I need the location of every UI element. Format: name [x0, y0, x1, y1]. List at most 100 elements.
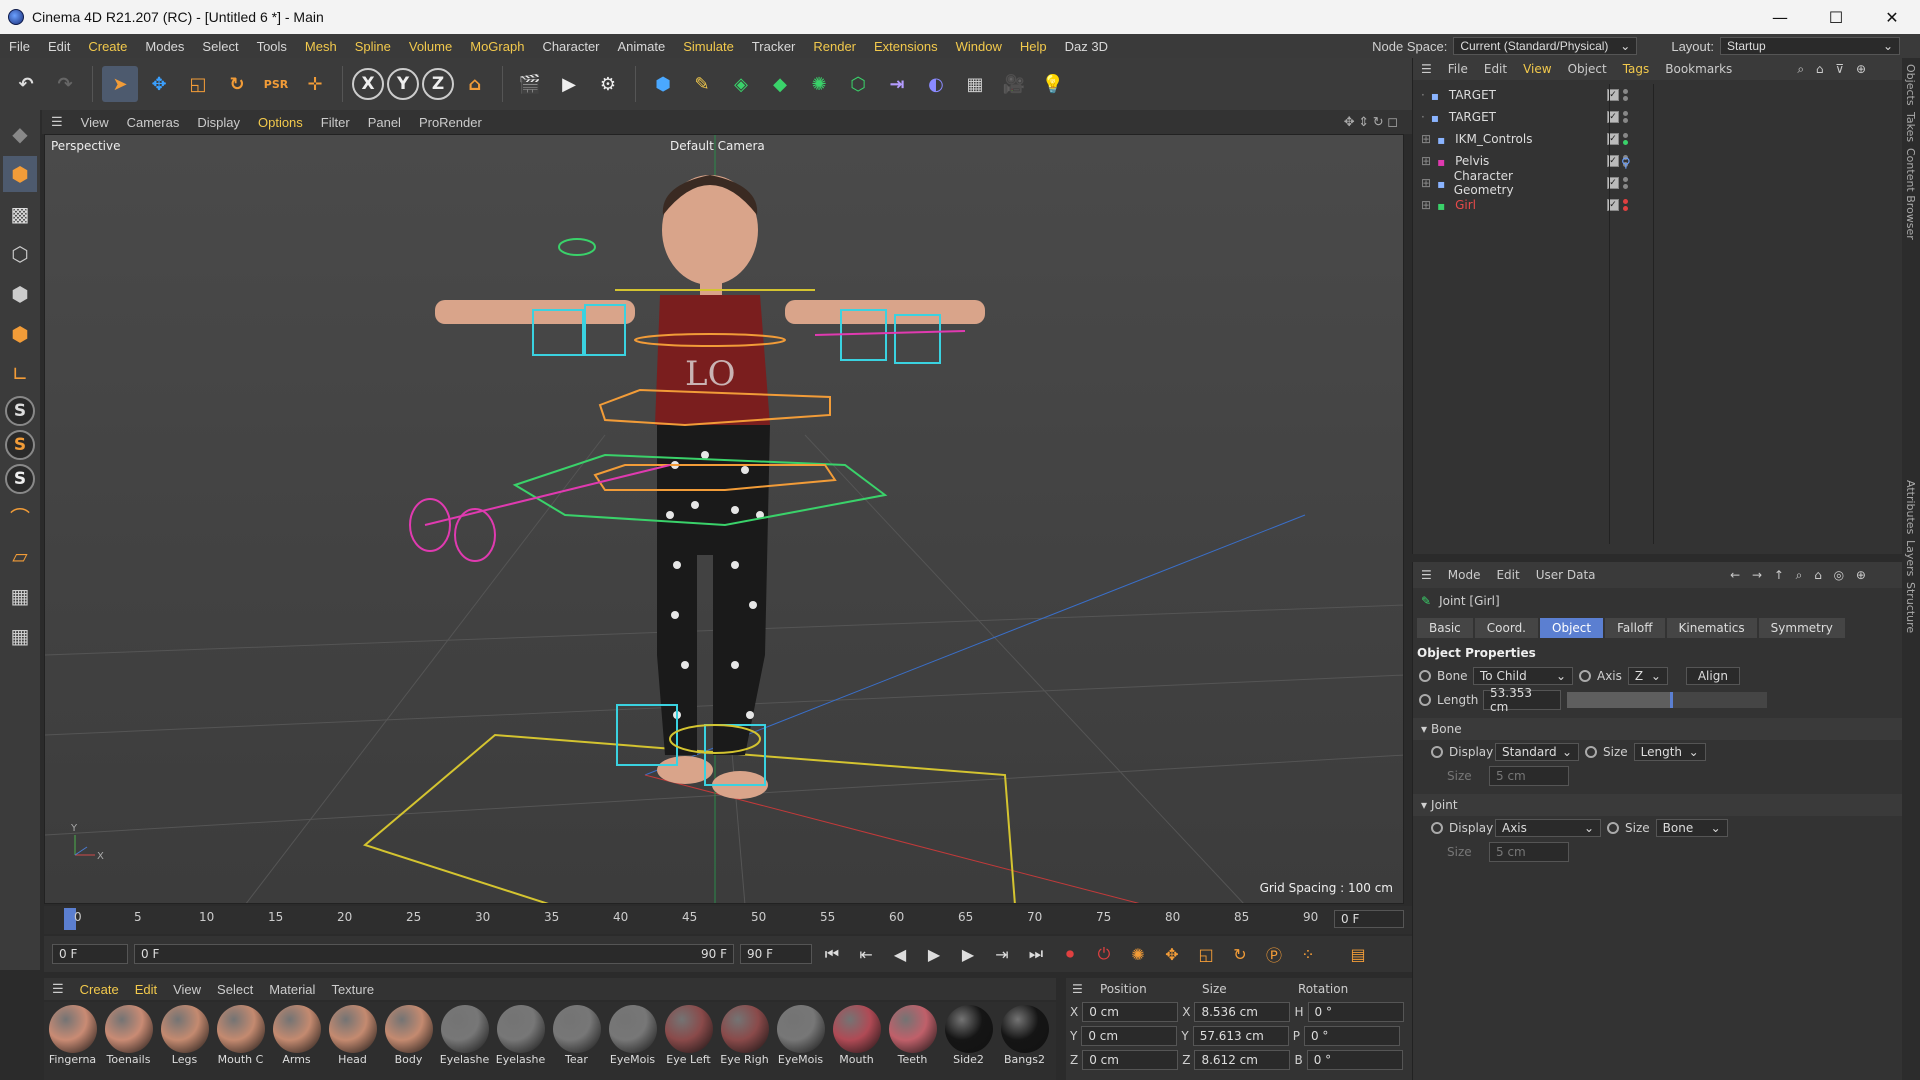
- scale-icon[interactable]: ◱: [180, 66, 216, 102]
- menu-mograph[interactable]: MoGraph: [461, 39, 533, 54]
- menu-edit[interactable]: Edit: [39, 39, 79, 54]
- add-tool-icon[interactable]: ✛: [297, 66, 333, 102]
- joint-display-dropdown[interactable]: Axis ⌄: [1495, 819, 1601, 837]
- object-menu-view[interactable]: View: [1515, 62, 1559, 76]
- material-item[interactable]: EyeMois: [606, 1002, 659, 1080]
- menu-render[interactable]: Render: [804, 39, 865, 54]
- expand-icon[interactable]: ·: [1421, 88, 1425, 102]
- snap-settings-icon[interactable]: S: [5, 430, 35, 460]
- cube-icon[interactable]: ⬢: [645, 66, 681, 102]
- editor-visibility-dot[interactable]: [1623, 177, 1628, 182]
- points-mode-icon[interactable]: ⬡: [3, 236, 37, 272]
- size-z-field[interactable]: 8.612 cm: [1194, 1050, 1291, 1070]
- side-tab-content-browser[interactable]: Content Browser: [1904, 148, 1917, 240]
- expand-icon[interactable]: ⊞: [1421, 176, 1431, 190]
- tab-basic[interactable]: Basic: [1417, 618, 1473, 638]
- menu-animate[interactable]: Animate: [609, 39, 675, 54]
- joint-size-dropdown[interactable]: Bone ⌄: [1655, 819, 1728, 837]
- redo-icon[interactable]: ↷: [47, 66, 83, 102]
- material-item[interactable]: Bangs2: [998, 1002, 1051, 1080]
- end-frame-field[interactable]: 90 F: [740, 944, 812, 964]
- menu-spline[interactable]: Spline: [346, 39, 400, 54]
- key-rotation-icon[interactable]: ↻: [1226, 940, 1254, 968]
- menu-help[interactable]: Help: [1011, 39, 1056, 54]
- tab-symmetry[interactable]: Symmetry: [1758, 618, 1845, 638]
- tab-falloff[interactable]: Falloff: [1605, 618, 1665, 638]
- object-menu-file[interactable]: File: [1440, 62, 1476, 76]
- side-tab-layers[interactable]: Layers: [1904, 540, 1917, 576]
- tab-object[interactable]: Object: [1540, 618, 1604, 638]
- viewport-menu-options[interactable]: Options: [249, 115, 312, 130]
- object-menu-tags[interactable]: Tags: [1615, 62, 1658, 76]
- y-axis-lock-icon[interactable]: Y: [387, 68, 419, 100]
- bone-dropdown[interactable]: To Child ⌄: [1473, 667, 1573, 685]
- animate-radio[interactable]: [1585, 746, 1597, 758]
- bone-group-header[interactable]: ▾ Bone: [1413, 718, 1902, 740]
- menu-simulate[interactable]: Simulate: [674, 39, 743, 54]
- go-to-end-icon[interactable]: ⏭: [1022, 940, 1050, 968]
- hamburger-icon[interactable]: ☰: [42, 114, 72, 130]
- position-x-field[interactable]: 0 cm: [1082, 1002, 1179, 1022]
- editor-visibility-dot[interactable]: [1623, 111, 1628, 116]
- axis-dropdown[interactable]: Z ⌄: [1627, 667, 1668, 685]
- joint-group-header[interactable]: ▾ Joint: [1413, 794, 1902, 816]
- field-icon[interactable]: ◐: [918, 66, 954, 102]
- camera-icon[interactable]: 🎥: [996, 66, 1032, 102]
- locked-workplane-icon[interactable]: ▦: [3, 578, 37, 614]
- play-icon[interactable]: ▶: [920, 940, 948, 968]
- menu-file[interactable]: File: [0, 39, 39, 54]
- animate-radio[interactable]: [1419, 670, 1431, 682]
- workplane-icon[interactable]: ▱: [3, 538, 37, 574]
- psr-icon[interactable]: PSR: [258, 66, 294, 102]
- coordinate-system-icon[interactable]: ⌂: [457, 66, 493, 102]
- layout-dropdown[interactable]: Startup ⌄: [1720, 37, 1900, 55]
- z-axis-lock-icon[interactable]: Z: [422, 68, 454, 100]
- material-menu-texture[interactable]: Texture: [323, 982, 382, 997]
- attr-menu-edit[interactable]: Edit: [1488, 568, 1527, 582]
- search-icon[interactable]: ⌕ ⌂ ⊽ ⊕: [1789, 62, 1878, 77]
- object-row[interactable]: · ▪ TARGET ✓: [1413, 84, 1902, 106]
- material-item[interactable]: Eyelashe: [438, 1002, 491, 1080]
- select-arrow-icon[interactable]: ➤: [102, 66, 138, 102]
- side-tab-objects[interactable]: Objects: [1904, 64, 1917, 106]
- menu-create[interactable]: Create: [79, 39, 136, 54]
- render-settings-icon[interactable]: ⚙: [590, 66, 626, 102]
- 3d-viewport[interactable]: Perspective Default Camera LO Y X Grid S…: [44, 134, 1404, 904]
- length-field[interactable]: 53.353 cm: [1483, 686, 1561, 714]
- material-menu-edit[interactable]: Edit: [127, 982, 165, 997]
- frame-range-slider[interactable]: 0 F 90 F: [134, 944, 734, 964]
- key-scale-icon[interactable]: ◱: [1192, 940, 1220, 968]
- align-button[interactable]: Align: [1685, 667, 1740, 685]
- render-picture-viewer-icon[interactable]: ▶: [551, 66, 587, 102]
- material-item[interactable]: Eye Left: [662, 1002, 715, 1080]
- key-pla-icon[interactable]: ⁘: [1294, 940, 1322, 968]
- animate-radio[interactable]: [1419, 694, 1431, 706]
- material-item[interactable]: EyeMois: [774, 1002, 827, 1080]
- object-row[interactable]: ⊞ ▪ IKM_Controls ✓: [1413, 128, 1902, 150]
- menu-modes[interactable]: Modes: [136, 39, 193, 54]
- menu-character[interactable]: Character: [533, 39, 608, 54]
- size-y-field[interactable]: 57.613 cm: [1192, 1026, 1289, 1046]
- record-active-icon[interactable]: ⏺: [1056, 940, 1084, 968]
- object-row[interactable]: ⊞ ▪ Character Geometry ✓: [1413, 169, 1902, 197]
- key-position-icon[interactable]: ✥: [1158, 940, 1186, 968]
- material-menu-select[interactable]: Select: [209, 982, 261, 997]
- material-item[interactable]: Body: [382, 1002, 435, 1080]
- joint-size2-field[interactable]: 5 cm: [1489, 842, 1569, 862]
- object-menu-bookmarks[interactable]: Bookmarks: [1657, 62, 1740, 76]
- material-item[interactable]: Arms: [270, 1002, 323, 1080]
- timeline-ruler[interactable]: 0 5 10 15 20 25 30 35 40 45 50 55 60 65 …: [44, 906, 1412, 934]
- viewport-menu-cameras[interactable]: Cameras: [118, 115, 189, 130]
- render-visibility-dot[interactable]: [1623, 118, 1628, 123]
- material-menu-create[interactable]: Create: [72, 982, 127, 997]
- polygons-mode-icon[interactable]: ⬢: [3, 316, 37, 352]
- viewport-menu-display[interactable]: Display: [188, 115, 249, 130]
- render-visibility-dot[interactable]: [1623, 206, 1628, 211]
- menu-window[interactable]: Window: [947, 39, 1011, 54]
- move-icon[interactable]: ✥: [141, 66, 177, 102]
- current-frame-field[interactable]: 0 F: [1334, 910, 1404, 928]
- render-visibility-dot[interactable]: [1623, 184, 1628, 189]
- deformer-icon[interactable]: ⇥: [879, 66, 915, 102]
- material-item[interactable]: Head: [326, 1002, 379, 1080]
- attr-nav-icons[interactable]: ← → ↑ ⌕ ⌂ ◎ ⊕: [1722, 568, 1878, 583]
